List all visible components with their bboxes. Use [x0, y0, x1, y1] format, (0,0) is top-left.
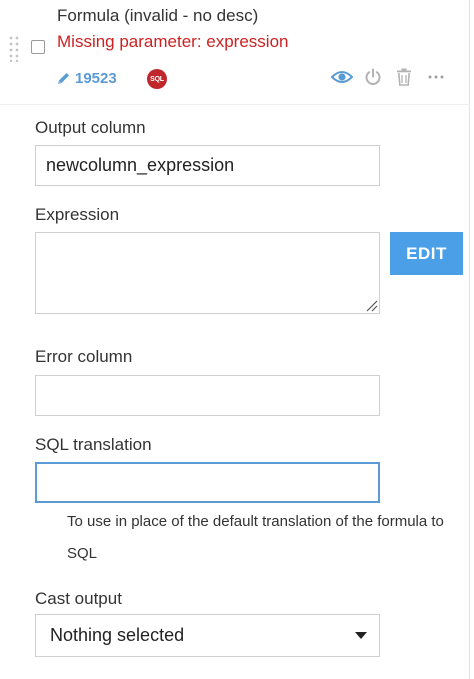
- sql-translation-help: To use in place of the default translati…: [67, 513, 444, 562]
- step-id-label: 19523: [75, 70, 117, 87]
- step-select-checkbox[interactable]: [31, 40, 45, 54]
- expression-label: Expression: [35, 205, 120, 224]
- power-icon[interactable]: [362, 66, 384, 88]
- cast-output-label: Cast output: [35, 589, 122, 608]
- error-column-label: Error column: [35, 347, 133, 366]
- eye-icon[interactable]: [331, 66, 353, 88]
- caret-down-icon: [355, 632, 367, 639]
- step-id-link[interactable]: 19523: [56, 70, 117, 87]
- drag-handle-icon[interactable]: [9, 36, 19, 62]
- sql-translation-input[interactable]: [35, 462, 380, 503]
- cast-output-value: Nothing selected: [50, 625, 185, 645]
- step-title: Formula (invalid - no desc): [57, 6, 259, 25]
- output-column-label: Output column: [35, 118, 146, 137]
- more-icon[interactable]: [425, 66, 447, 88]
- resize-grip-icon[interactable]: [364, 298, 378, 312]
- step-card: Formula (invalid - no desc) Missing para…: [0, 0, 470, 679]
- output-column-input[interactable]: [35, 145, 380, 186]
- edit-expression-button[interactable]: EDIT: [390, 232, 463, 275]
- trash-icon[interactable]: [393, 66, 415, 88]
- cast-output-select[interactable]: Nothing selected: [35, 614, 380, 657]
- sql-translation-label: SQL translation: [35, 435, 152, 454]
- expression-textarea[interactable]: [35, 232, 380, 314]
- sql-engine-badge: SQL: [147, 69, 167, 89]
- step-error-message: Missing parameter: expression: [57, 32, 289, 51]
- header-divider: [0, 104, 470, 105]
- error-column-input[interactable]: [35, 375, 380, 416]
- pencil-icon: [56, 71, 71, 86]
